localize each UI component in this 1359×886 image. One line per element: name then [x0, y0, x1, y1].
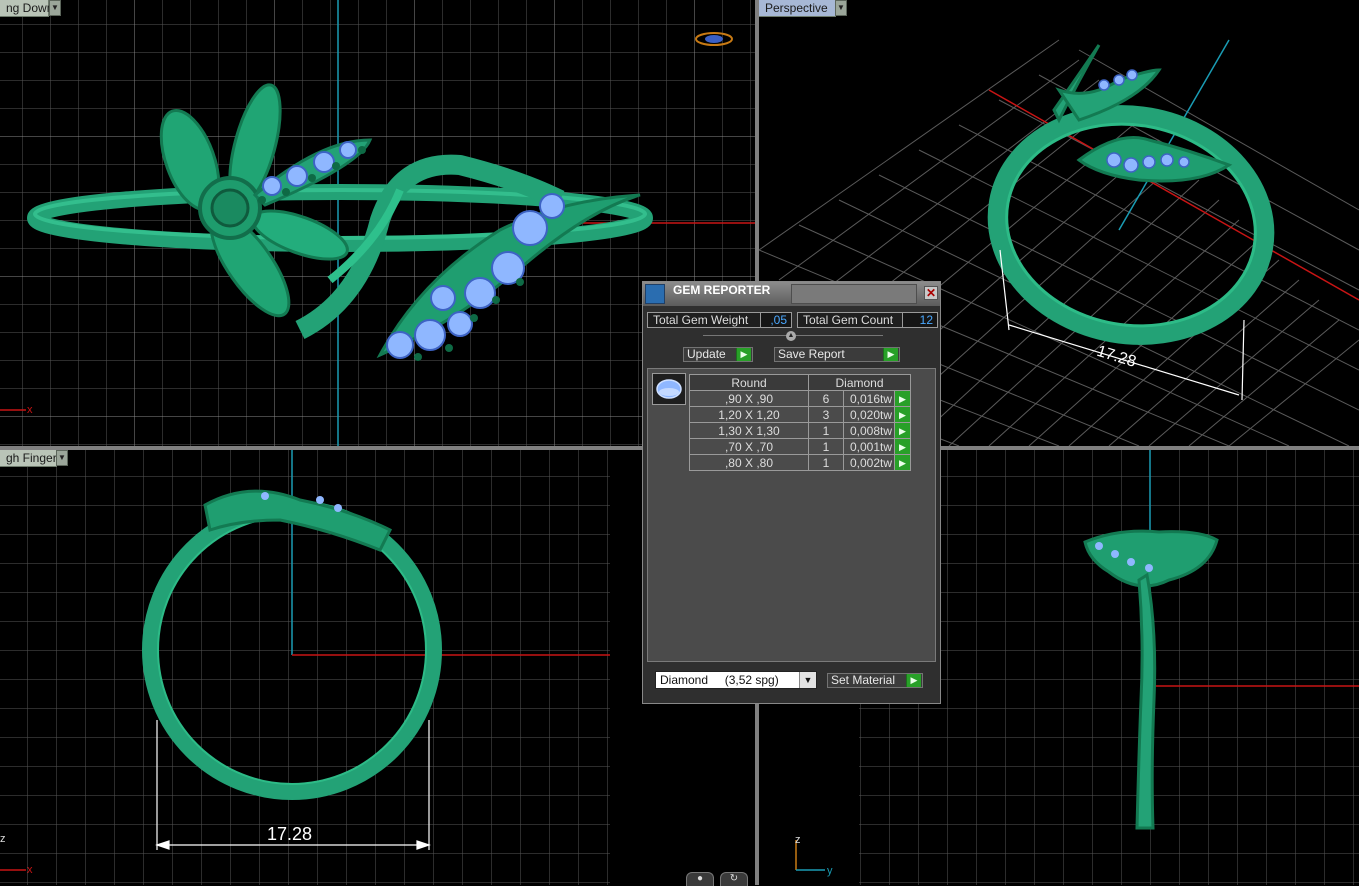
gem-size: 1,30 X 1,30	[689, 422, 809, 439]
set-material-button-label: Set Material	[831, 673, 896, 687]
update-button[interactable]: Update ▶	[683, 347, 753, 362]
update-button-label: Update	[687, 347, 726, 361]
axis-z-label-br: z	[795, 834, 801, 846]
round-gem-icon	[652, 373, 686, 405]
total-gem-weight-field: Total Gem Weight ,05	[647, 312, 792, 328]
column-header-material: Diamond	[808, 374, 911, 391]
dimension-perspective-value: 17.28	[1095, 343, 1138, 371]
row-go-icon[interactable]: ▶	[894, 438, 911, 455]
axis-x-label: x	[27, 404, 33, 416]
viewport-top-left-label[interactable]: ng Down	[0, 0, 53, 17]
gem-table: Round Diamond ,90 X ,90 6 0,016tw ▶ 1,20…	[689, 374, 911, 471]
gem-count: 1	[808, 438, 844, 455]
viewport-top-right-label[interactable]: Perspective	[759, 0, 836, 17]
gem-weight: 0,002tw	[843, 454, 895, 471]
table-row[interactable]: ,80 X ,80 1 0,002tw ▶	[689, 454, 911, 471]
total-gem-count-value: 12	[902, 313, 937, 327]
total-gem-count-field: Total Gem Count 12	[797, 312, 938, 328]
table-row[interactable]: ,70 X ,70 1 0,001tw ▶	[689, 438, 911, 455]
gem-weight: 0,001tw	[843, 438, 895, 455]
gem-count: 1	[808, 454, 844, 471]
total-gem-weight-label: Total Gem Weight	[653, 313, 749, 327]
gem-size: ,90 X ,90	[689, 390, 809, 407]
ring-perspective-model	[987, 44, 1275, 345]
set-material-button[interactable]: Set Material ▶	[827, 673, 923, 688]
update-go-icon: ▶	[736, 348, 751, 361]
gem-weight: 0,020tw	[843, 406, 895, 423]
gem-reporter-panel[interactable]: GEM REPORTER ✕ Total Gem Weight ,05 Tota…	[642, 281, 941, 704]
axis-z-label-bl: z	[0, 833, 6, 845]
gem-count: 1	[808, 422, 844, 439]
gem-reporter-title: GEM REPORTER	[673, 283, 771, 297]
close-icon[interactable]: ✕	[924, 286, 938, 300]
gem-reporter-titlebar[interactable]: GEM REPORTER ✕	[643, 282, 940, 306]
viewport-top-right-dropdown[interactable]: ▼	[835, 0, 847, 16]
gem-reporter-logo-icon	[645, 284, 665, 304]
collapse-icon[interactable]: ▲	[786, 331, 796, 341]
chevron-down-icon[interactable]: ▼	[799, 672, 816, 688]
save-report-go-icon: ▶	[883, 348, 898, 361]
gem-size: 1,20 X 1,20	[689, 406, 809, 423]
titlebar-drag-area[interactable]	[791, 284, 917, 304]
row-go-icon[interactable]: ▶	[894, 406, 911, 423]
row-go-icon[interactable]: ▶	[894, 454, 911, 471]
gem-size: ,70 X ,70	[689, 438, 809, 455]
viewport-top-left-dropdown[interactable]: ▼	[49, 0, 61, 16]
column-header-shape: Round	[689, 374, 809, 391]
table-row[interactable]: ,90 X ,90 6 0,016tw ▶	[689, 390, 911, 407]
row-go-icon[interactable]: ▶	[894, 390, 911, 407]
material-select-value: Diamond (3,52 spg)	[660, 673, 779, 687]
gem-size: ,80 X ,80	[689, 454, 809, 471]
dimension-side-value: 17.28	[267, 824, 312, 844]
gem-count: 3	[808, 406, 844, 423]
save-report-button-label: Save Report	[778, 347, 845, 361]
set-material-go-icon: ▶	[906, 674, 921, 687]
material-select[interactable]: Diamond (3,52 spg) ▼	[655, 671, 817, 689]
viewport-bottom-left-label[interactable]: gh Finger	[0, 450, 57, 467]
gem-weight: 0,016tw	[843, 390, 895, 407]
gem-list-area: Round Diamond ,90 X ,90 6 0,016tw ▶ 1,20…	[647, 368, 936, 662]
axis-x-label-bl: x	[27, 864, 33, 876]
rotate-tool-icon[interactable]: ↻	[720, 872, 748, 886]
axis-y-label-br: y	[827, 865, 833, 877]
save-report-button[interactable]: Save Report ▶	[774, 347, 900, 362]
gem-weight: 0,008tw	[843, 422, 895, 439]
table-row[interactable]: 1,20 X 1,20 3 0,020tw ▶	[689, 406, 911, 423]
total-gem-count-label: Total Gem Count	[803, 313, 894, 327]
row-go-icon[interactable]: ▶	[894, 422, 911, 439]
viewport-bottom-left-dropdown[interactable]: ▼	[56, 450, 68, 466]
table-row[interactable]: 1,30 X 1,30 1 0,008tw ▶	[689, 422, 911, 439]
total-gem-weight-value: ,05	[760, 313, 791, 327]
gem-count: 6	[808, 390, 844, 407]
pan-tool-icon[interactable]: ●	[686, 872, 714, 886]
